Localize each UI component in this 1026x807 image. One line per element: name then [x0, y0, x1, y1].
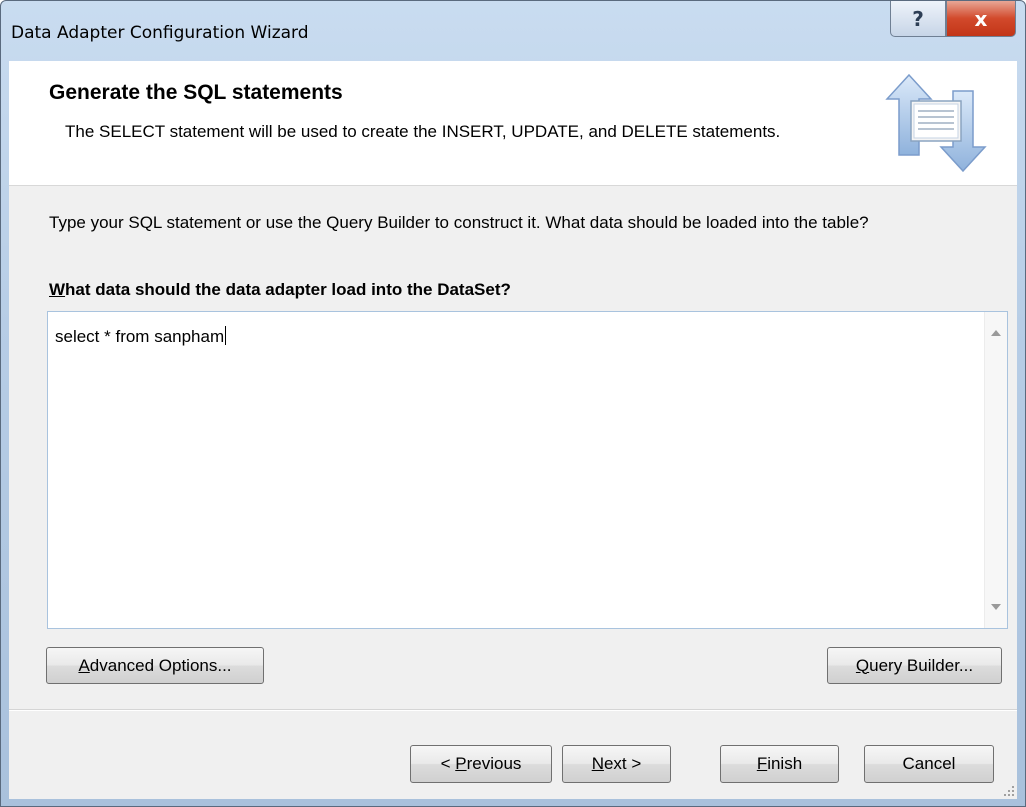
text-caret — [225, 326, 227, 345]
previous-prefix: < — [440, 754, 456, 773]
sql-text: select * from sanpham — [55, 326, 227, 347]
help-button[interactable]: ? — [890, 1, 946, 37]
question-text: hat data should the data adapter load in… — [65, 280, 511, 299]
close-button[interactable]: x — [946, 1, 1016, 37]
sql-textbox[interactable]: select * from sanpham — [47, 311, 1008, 629]
data-adapter-arrows-icon — [885, 73, 987, 173]
page-title: Generate the SQL statements — [49, 81, 343, 104]
next-accesskey: N — [591, 754, 604, 773]
vertical-scrollbar[interactable] — [984, 312, 1007, 628]
query-builder-label: uery Builder... — [869, 655, 974, 675]
help-icon: ? — [912, 6, 924, 31]
next-button[interactable]: Next > — [562, 745, 671, 783]
cancel-label: Cancel — [902, 754, 956, 773]
footer-divider — [9, 709, 1017, 711]
finish-button[interactable]: Finish — [720, 745, 839, 783]
page-description: The SELECT statement will be used to cre… — [65, 122, 781, 141]
previous-button[interactable]: < Previous — [410, 745, 552, 783]
sql-text-value: select * from sanpham — [55, 327, 225, 346]
wizard-header: Generate the SQL statements The SELECT s… — [9, 61, 1017, 186]
finish-accesskey: F — [756, 754, 768, 773]
title-bar[interactable]: Data Adapter Configuration Wizard ? x — [1, 1, 1025, 61]
cancel-button[interactable]: Cancel — [864, 745, 994, 783]
close-icon: x — [974, 6, 988, 31]
window-title: Data Adapter Configuration Wizard — [11, 23, 309, 43]
resize-grip-icon[interactable] — [1003, 785, 1015, 797]
next-label: ext > — [603, 754, 642, 773]
scroll-up-arrow-icon[interactable] — [991, 330, 1001, 336]
question-accesskey: W — [49, 280, 66, 299]
previous-accesskey: P — [455, 754, 467, 773]
finish-label: inish — [767, 754, 803, 773]
sql-question-label: What data should the data adapter load i… — [49, 280, 511, 300]
advanced-options-button[interactable]: Advanced Options... — [46, 647, 264, 684]
dialog-client-area: Generate the SQL statements The SELECT s… — [9, 61, 1017, 799]
advanced-accesskey: A — [78, 655, 90, 675]
query-builder-accesskey: Q — [855, 655, 870, 675]
scroll-down-arrow-icon[interactable] — [991, 604, 1001, 610]
advanced-label: dvanced Options... — [89, 655, 232, 675]
query-builder-button[interactable]: Query Builder... — [827, 647, 1002, 684]
previous-label: revious — [466, 754, 522, 773]
instructions-text: Type your SQL statement or use the Query… — [49, 213, 869, 232]
wizard-window: Data Adapter Configuration Wizard ? x Ge… — [0, 0, 1026, 807]
